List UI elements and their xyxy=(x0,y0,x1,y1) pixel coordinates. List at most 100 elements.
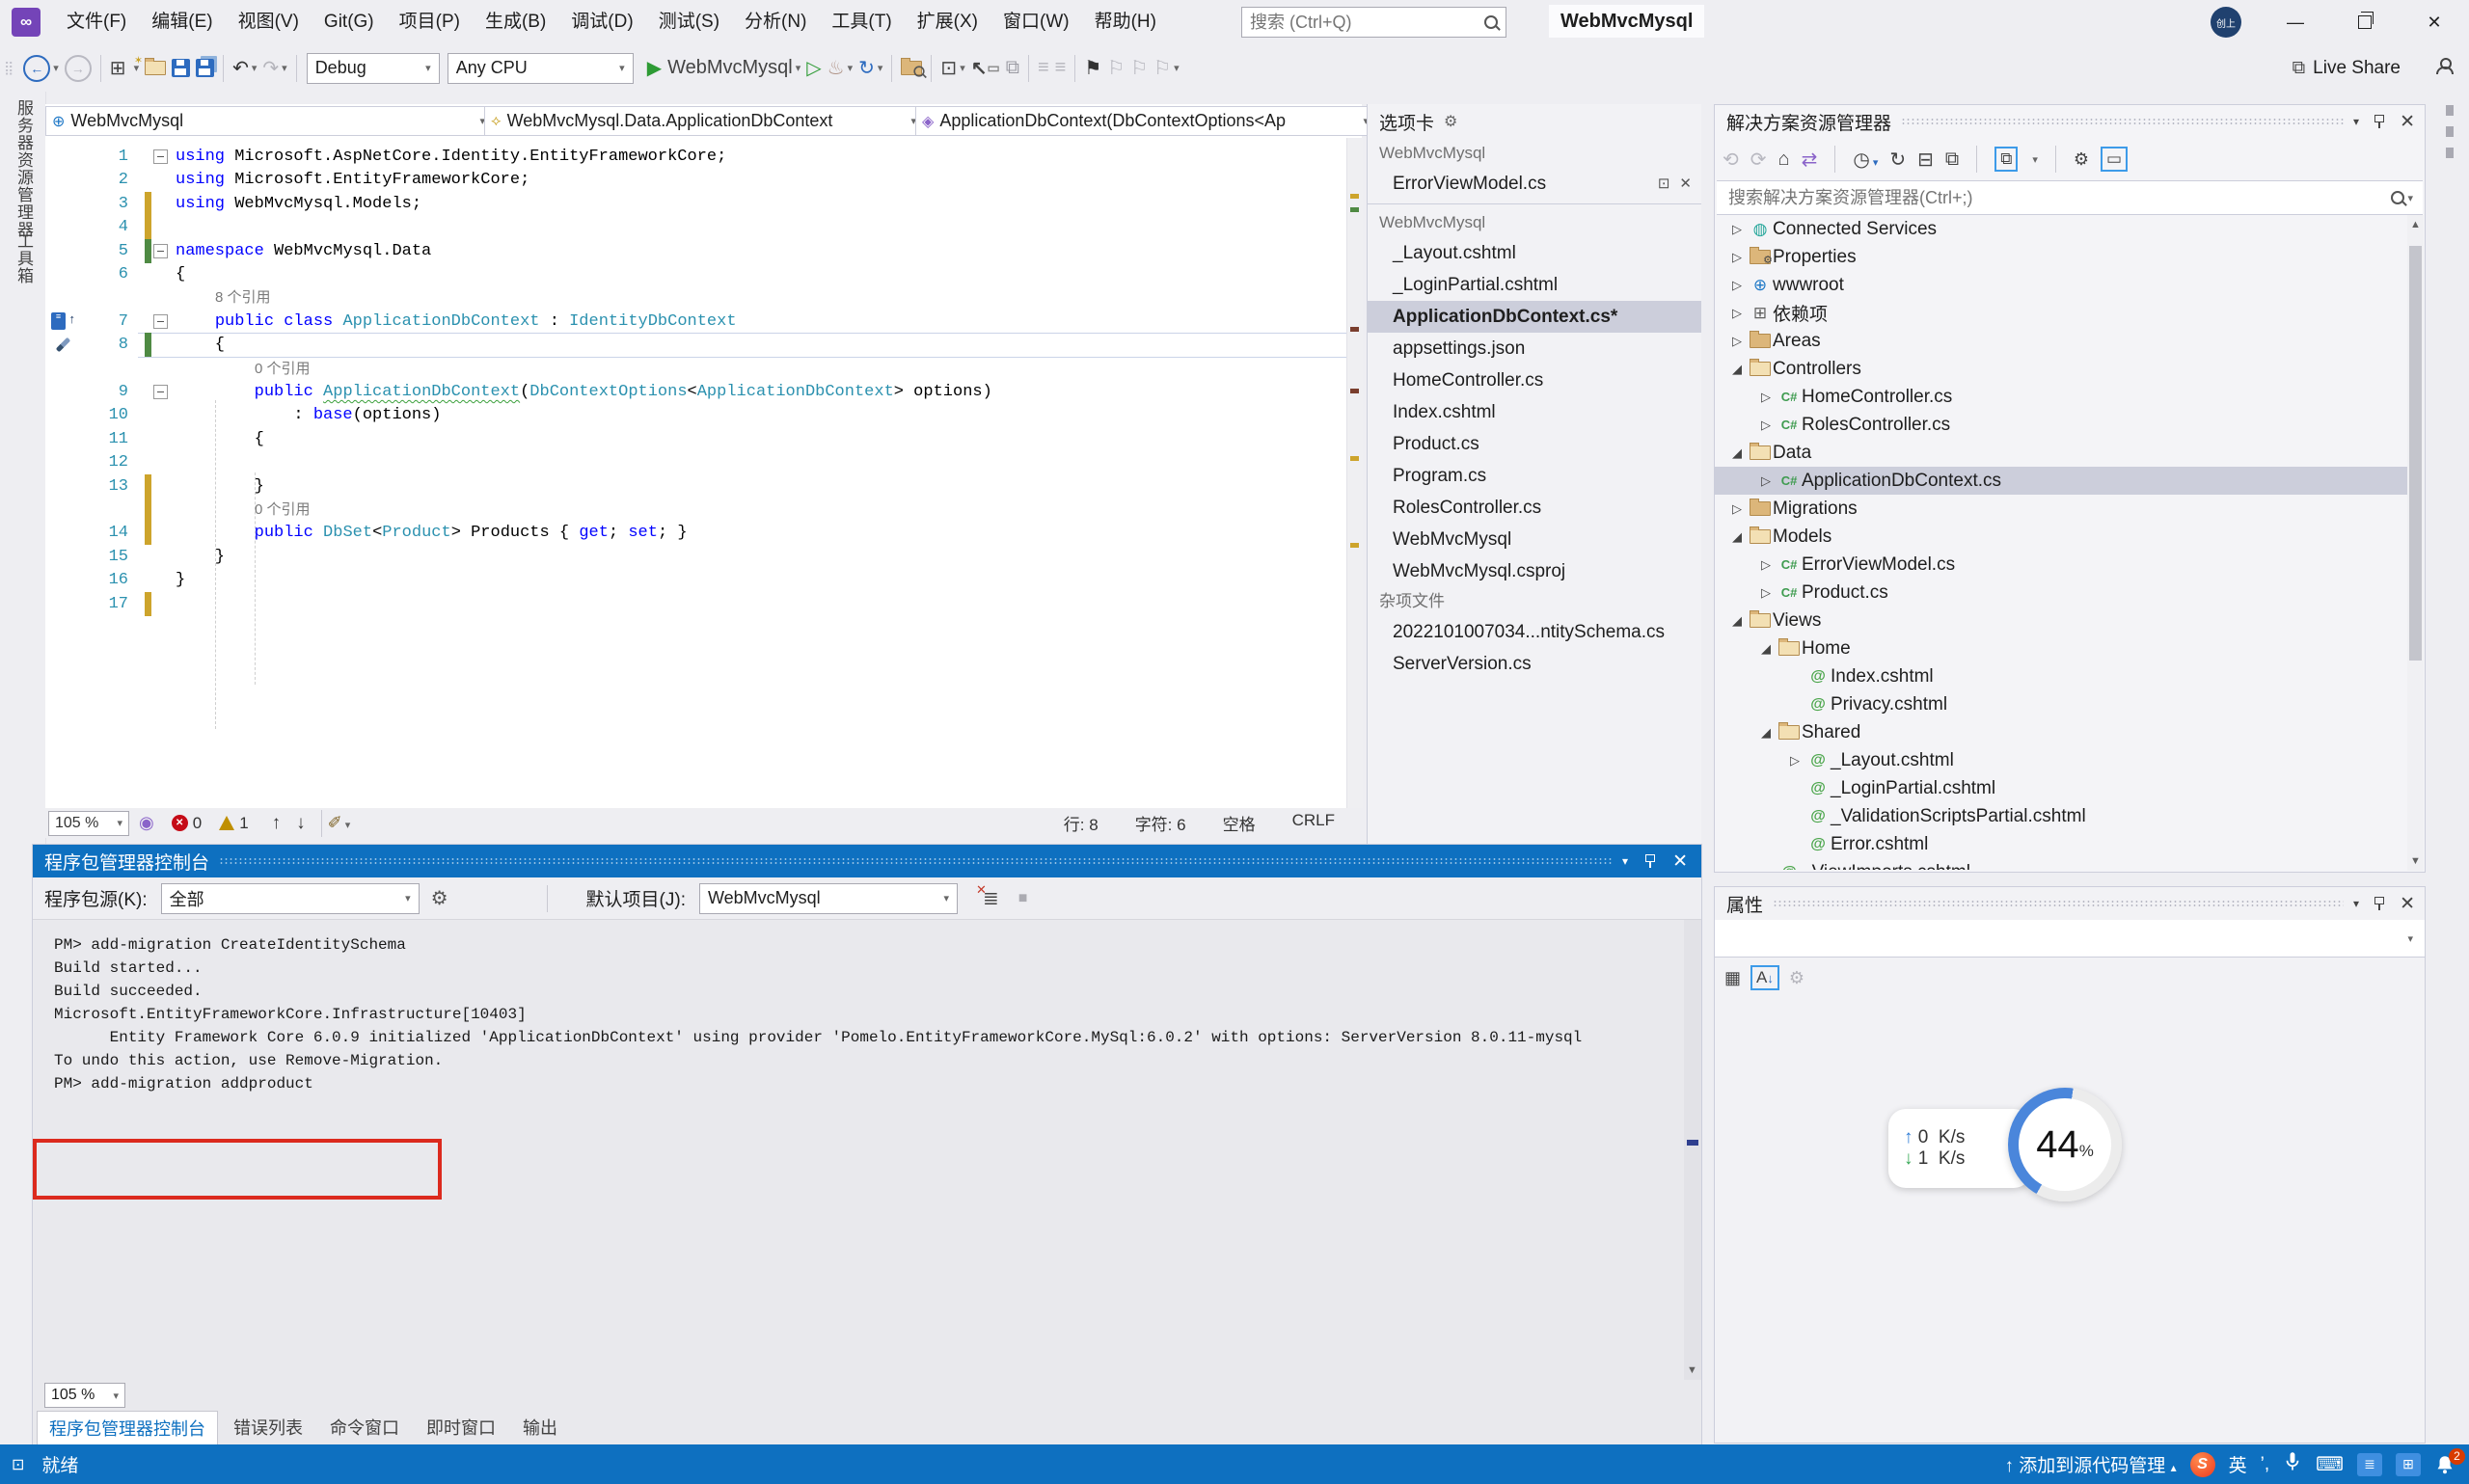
menu-item[interactable]: 测试(S) xyxy=(646,0,732,44)
start-without-debug-button[interactable]: ▷ xyxy=(806,56,821,80)
console-window-menu-icon[interactable]: ▾ xyxy=(1622,854,1628,868)
breadcrumb-member-dropdown[interactable]: ◈ ApplicationDbContext(DbContextOptions<… xyxy=(915,106,1375,136)
open-document-tab[interactable]: ApplicationDbContext.cs* xyxy=(1368,301,1701,333)
scrollbar-thumb[interactable] xyxy=(2409,246,2422,661)
window-menu-icon[interactable]: ▾ xyxy=(2353,897,2359,910)
soft-keyboard-icon[interactable]: ⌨ xyxy=(2316,1452,2344,1476)
window-menu-icon[interactable]: ▾ xyxy=(2353,115,2359,128)
indent-increase-icon[interactable]: ≡ xyxy=(1055,57,1067,79)
menu-item[interactable]: 项目(P) xyxy=(387,0,473,44)
open-document-tab[interactable]: RolesController.cs xyxy=(1368,492,1701,524)
code-line[interactable]: 10 : base(options) xyxy=(45,403,1346,427)
notifications-bell-icon[interactable]: 2 xyxy=(2434,1454,2455,1475)
new-project-button[interactable]: ⊞✶▾ xyxy=(110,56,139,80)
console-close-icon[interactable]: ✕ xyxy=(1672,850,1688,873)
server-explorer-tab[interactable]: 服务器资源管理器 xyxy=(12,99,36,238)
home-icon[interactable]: ⌂ xyxy=(1778,148,1790,171)
solution-explorer-close-icon[interactable]: ✕ xyxy=(2400,111,2415,133)
back-icon[interactable]: ⟲ xyxy=(1723,148,1739,172)
code-line[interactable]: 12 xyxy=(45,450,1346,474)
tree-item[interactable]: ▷C#Product.cs xyxy=(1715,579,2407,607)
caret-column-indicator[interactable]: 字符: 6 xyxy=(1135,811,1186,835)
code-line[interactable]: 9 public ApplicationDbContext(DbContextO… xyxy=(45,380,1346,404)
code-line[interactable]: 7≡ public class ApplicationDbContext : I… xyxy=(45,310,1346,334)
tree-item[interactable]: ▷C#ErrorViewModel.cs xyxy=(1715,551,2407,579)
pin-icon[interactable] xyxy=(2374,897,2384,910)
menu-item[interactable]: 帮助(H) xyxy=(1082,0,1169,44)
console-title-bar[interactable]: 程序包管理器控制台 ▾ ✕ xyxy=(33,845,1701,877)
tree-item[interactable]: @Error.cshtml xyxy=(1715,830,2407,858)
pin-icon[interactable] xyxy=(1645,854,1655,868)
open-document-tab[interactable]: Program.cs xyxy=(1368,460,1701,492)
close-button[interactable]: ✕ xyxy=(2400,0,2469,44)
restore-button[interactable] xyxy=(2330,0,2400,44)
preview-selected-icon[interactable]: ⧉ xyxy=(1945,148,1959,171)
collapse-arrow-icon[interactable]: ◢ xyxy=(1726,529,1748,545)
sogou-ime-icon[interactable]: S xyxy=(2190,1452,2215,1477)
caret-line-indicator[interactable]: 行: 8 xyxy=(1064,811,1099,835)
solution-search-input[interactable] xyxy=(1726,187,2391,209)
collapse-arrow-icon[interactable]: ◢ xyxy=(1726,362,1748,377)
fold-collapse-box[interactable] xyxy=(153,149,168,164)
keep-open-icon[interactable]: ⊡ xyxy=(1658,168,1670,200)
prev-issue-button[interactable]: ↑ xyxy=(272,813,282,834)
scroll-up-arrow[interactable]: ▲ xyxy=(2410,219,2421,230)
add-collaborator-icon[interactable] xyxy=(2436,58,2452,79)
pending-changes-filter-icon[interactable]: ◷▾ xyxy=(1853,148,1878,172)
code-line[interactable]: 15 } xyxy=(45,545,1346,569)
tree-item[interactable]: ▷@_Layout.cshtml xyxy=(1715,746,2407,774)
solution-search-box[interactable]: ▾ xyxy=(1717,180,2423,215)
selection-tool-button[interactable]: ↖▭ xyxy=(971,56,1000,80)
collapse-arrow-icon[interactable]: ◢ xyxy=(1726,445,1748,461)
code-line[interactable]: 11 { xyxy=(45,427,1346,451)
tree-item[interactable]: ◢Controllers xyxy=(1715,355,2407,383)
menu-item[interactable]: 视图(V) xyxy=(226,0,312,44)
tree-item[interactable]: @_LoginPartial.cshtml xyxy=(1715,774,2407,802)
next-issue-button[interactable]: ↓ xyxy=(296,813,306,834)
ime-language-mode[interactable]: 英 xyxy=(2229,1451,2247,1477)
code-line[interactable]: 16} xyxy=(45,568,1346,592)
open-document-tab[interactable]: HomeController.cs xyxy=(1368,364,1701,396)
code-editor[interactable]: 1using Microsoft.AspNetCore.Identity.Ent… xyxy=(45,138,1346,808)
expand-arrow-icon[interactable]: ▷ xyxy=(1726,306,1748,321)
code-line[interactable]: 1using Microsoft.AspNetCore.Identity.Ent… xyxy=(45,145,1346,169)
next-bookmark-button[interactable]: ⚐ xyxy=(1130,56,1148,80)
categorized-icon[interactable]: ▦ xyxy=(1724,968,1741,988)
tree-item[interactable]: ▷⊞依赖项 xyxy=(1715,299,2407,327)
bottom-panel-tab[interactable]: 命令窗口 xyxy=(318,1411,411,1444)
tree-item[interactable]: ▷⊕wwwroot xyxy=(1715,271,2407,299)
quick-search-box[interactable] xyxy=(1241,7,1506,38)
expand-arrow-icon[interactable]: ▷ xyxy=(1755,418,1777,433)
menu-item[interactable]: 窗口(W) xyxy=(990,0,1082,44)
code-line[interactable]: 6{ xyxy=(45,262,1346,286)
platform-dropdown[interactable]: Any CPU▾ xyxy=(448,53,634,84)
undo-button[interactable]: ↶▾ xyxy=(232,56,257,80)
open-document-tab[interactable]: ErrorViewModel.cs⊡✕ xyxy=(1368,168,1701,200)
alphabetical-sort-icon[interactable]: A↓ xyxy=(1750,965,1779,990)
expand-arrow-icon[interactable]: ▷ xyxy=(1726,278,1748,293)
warning-count[interactable]: 1 xyxy=(239,814,248,833)
open-file-button[interactable] xyxy=(145,61,166,75)
solution-tree-scrollbar[interactable]: ▲ ▼ xyxy=(2407,215,2424,871)
code-line[interactable]: 4 xyxy=(45,215,1346,239)
bottom-panel-tab[interactable]: 错误列表 xyxy=(222,1411,314,1444)
eol-indicator[interactable]: CRLF xyxy=(1292,811,1335,835)
spaces-indicator[interactable]: 空格 xyxy=(1223,811,1256,835)
toolbar-grip[interactable]: ⣿ xyxy=(4,60,14,76)
menu-item[interactable]: 扩展(X) xyxy=(905,0,990,44)
save-button[interactable] xyxy=(172,59,190,77)
collapsed-tab-glyph[interactable] xyxy=(2446,105,2454,116)
collapsed-tab-glyph[interactable] xyxy=(2446,148,2454,158)
bottom-panel-tab[interactable]: 即时窗口 xyxy=(415,1411,507,1444)
clear-console-icon[interactable]: ≣✕ xyxy=(983,886,999,910)
start-debug-button[interactable]: ▶WebMvcMysql▾ xyxy=(647,56,801,80)
prev-bookmark-button[interactable]: ⚐ xyxy=(1107,56,1125,80)
live-share-button[interactable]: ⧉ Live Share xyxy=(2293,44,2401,92)
search-input[interactable] xyxy=(1242,13,1484,33)
error-count[interactable]: 0 xyxy=(193,814,202,833)
live-share-presence-icon[interactable]: ◉ xyxy=(139,813,154,833)
collapsed-tab-glyph[interactable] xyxy=(2446,126,2454,137)
indent-decrease-icon[interactable]: ≡ xyxy=(1038,57,1049,79)
bottom-panel-tab[interactable]: 输出 xyxy=(511,1411,569,1444)
tree-item[interactable]: ▷C#HomeController.cs xyxy=(1715,383,2407,411)
